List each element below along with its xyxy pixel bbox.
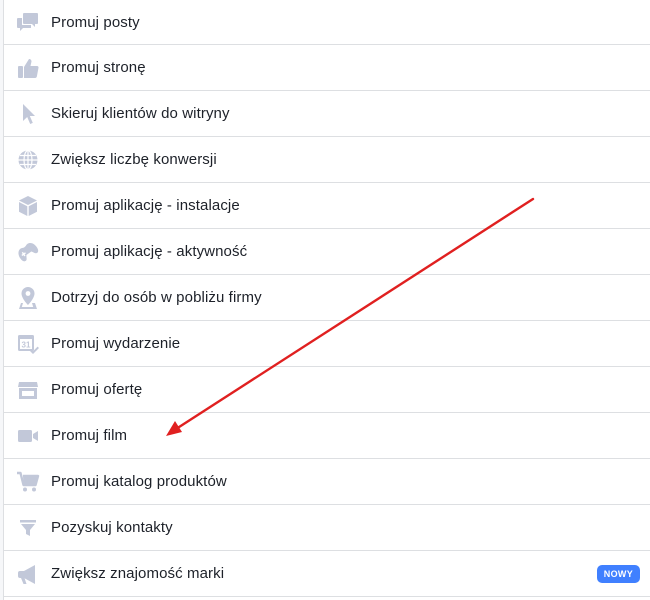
objective-label: Skieruj klientów do witryny	[51, 105, 230, 122]
thumbs-up-icon	[16, 56, 40, 80]
storefront-icon	[16, 378, 40, 402]
objective-label: Promuj katalog produktów	[51, 473, 227, 490]
objectives-panel: Promuj posty Promuj stronę Skieruj klien…	[3, 0, 650, 600]
objective-label: Zwiększ liczbę konwersji	[51, 151, 217, 168]
shopping-cart-icon	[16, 470, 40, 494]
objective-label: Pozyskuj kontakty	[51, 519, 173, 536]
objective-label: Promuj wydarzenie	[51, 335, 181, 352]
objective-video-views[interactable]: Promuj film	[4, 413, 650, 459]
objective-product-catalog[interactable]: Promuj katalog produktów	[4, 459, 650, 505]
video-camera-icon	[16, 424, 40, 448]
gamepad-icon	[16, 240, 40, 264]
objective-label: Zwiększ znajomość marki	[51, 565, 225, 582]
objective-app-installs[interactable]: Promuj aplikację - instalacje	[4, 183, 650, 229]
objective-promote-page[interactable]: Promuj stronę	[4, 45, 650, 91]
objective-label: Promuj posty	[51, 13, 140, 31]
objective-label: Dotrzyj do osób w pobliżu firmy	[51, 289, 262, 306]
new-badge: NOWY	[596, 564, 640, 583]
objective-label: Promuj film	[51, 427, 128, 444]
calendar-day: 31	[22, 340, 31, 349]
calendar-icon: 31	[16, 332, 40, 356]
globe-icon	[16, 148, 40, 172]
objective-website-traffic[interactable]: Skieruj klientów do witryny	[4, 91, 650, 137]
objective-label: Promuj aplikację - instalacje	[51, 197, 240, 214]
megaphone-icon	[16, 562, 40, 586]
funnel-icon	[16, 516, 40, 540]
objective-label: Promuj ofertę	[51, 381, 143, 398]
objective-offer[interactable]: Promuj ofertę	[4, 367, 650, 413]
objective-app-engagement[interactable]: Promuj aplikację - aktywność	[4, 229, 650, 275]
objective-brand-awareness[interactable]: Zwiększ znajomość marki NOWY	[4, 551, 650, 597]
chat-bubbles-icon	[16, 10, 40, 34]
objective-lead-generation[interactable]: Pozyskuj kontakty	[4, 505, 650, 551]
objective-label: Promuj aplikację - aktywność	[51, 243, 248, 260]
objective-label: Promuj stronę	[51, 59, 146, 76]
map-pin-icon	[16, 286, 40, 310]
objective-local-awareness[interactable]: Dotrzyj do osób w pobliżu firmy	[4, 275, 650, 321]
objective-conversions[interactable]: Zwiększ liczbę konwersji	[4, 137, 650, 183]
objectives-list: Promuj posty Promuj stronę Skieruj klien…	[4, 0, 650, 597]
objective-event[interactable]: 31 Promuj wydarzenie	[4, 321, 650, 367]
box-icon	[16, 194, 40, 218]
cursor-icon	[16, 102, 40, 126]
objective-promote-posts[interactable]: Promuj posty	[4, 0, 650, 45]
